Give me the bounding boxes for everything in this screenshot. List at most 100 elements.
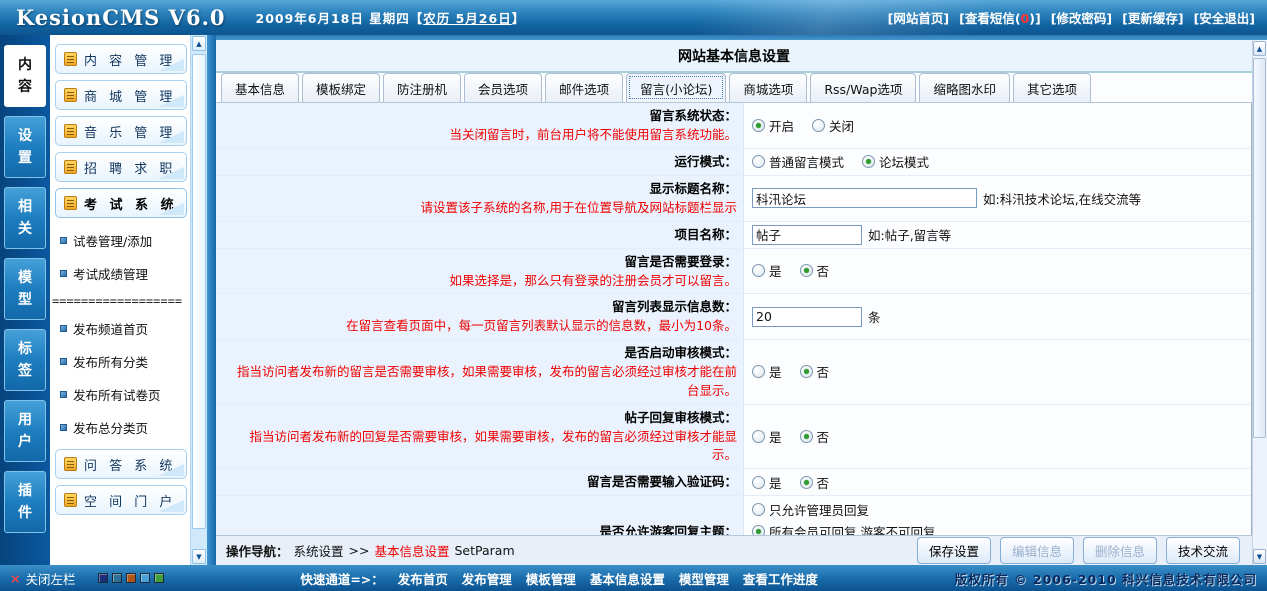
radio-option[interactable]: 是 [752,427,782,446]
button-技术交流[interactable]: 技术交流 [1166,537,1240,564]
text-input[interactable] [752,307,862,327]
radio-unchecked-icon[interactable] [752,476,765,489]
topbar-link[interactable]: [修改密码] [1051,8,1112,27]
radio-unchecked-icon[interactable] [812,119,825,132]
lunar-date-link[interactable]: 农历 5月26日 [423,11,511,26]
radio-unchecked-icon[interactable] [752,365,765,378]
sidebar-group-button[interactable]: 招 聘 求 职 [55,152,187,182]
scroll-down-icon[interactable]: ▼ [192,549,206,564]
app-body: 内容设置相关模型标签用户插件 内 容 管 理商 城 管 理音 乐 管 理招 聘 … [0,35,1267,565]
module-tab-标签[interactable]: 标签 [4,329,46,391]
sidebar-scrollbar[interactable]: ▲ ▼ [190,35,207,565]
close-left-pane-label: 关闭左栏 [25,569,75,588]
sidebar-group-button[interactable]: 商 城 管 理 [55,80,187,110]
module-tab-设置[interactable]: 设置 [4,116,46,178]
theme-color-swatch[interactable] [140,573,150,583]
radio-option[interactable]: 开启 [752,116,794,135]
module-tab-相关[interactable]: 相关 [4,187,46,249]
theme-color-swatch[interactable] [98,573,108,583]
tab-商城选项[interactable]: 商城选项 [729,73,807,102]
tab-邮件选项[interactable]: 邮件选项 [545,73,623,102]
tab-防注册机[interactable]: 防注册机 [383,73,461,102]
radio-checked-icon[interactable] [800,430,813,443]
topbar-link[interactable]: [查看短信(0)] [959,8,1041,27]
radio-option[interactable]: 否 [800,362,830,381]
topbar-link[interactable]: [更新缓存] [1122,8,1183,27]
radio-unchecked-icon[interactable] [752,430,765,443]
radio-option[interactable]: 所有会员可回复,游客不可回复 [752,522,935,535]
radio-checked-icon[interactable] [862,155,875,168]
close-left-pane-button[interactable]: × 关闭左栏 [10,569,76,588]
tab-留言(小论坛)[interactable]: 留言(小论坛) [626,73,726,102]
quick-link-发布管理[interactable]: 发布管理 [462,569,512,588]
sidebar-item[interactable]: 试卷管理/添加 [50,224,190,257]
module-tab-模型[interactable]: 模型 [4,258,46,320]
module-tab-插件[interactable]: 插件 [4,471,46,533]
sidebar-group-button[interactable]: 内 容 管 理 [55,44,187,74]
main-scrollbar[interactable]: ▲ ▼ [1252,40,1267,565]
radio-option[interactable]: 普通留言模式 [752,152,844,171]
tab-会员选项[interactable]: 会员选项 [464,73,542,102]
topbar-link[interactable]: [网站首页] [888,8,949,27]
radio-unchecked-icon[interactable] [752,264,765,277]
quick-link-发布首页[interactable]: 发布首页 [398,569,448,588]
radio-checked-icon[interactable] [800,264,813,277]
radio-option[interactable]: 是 [752,362,782,381]
radio-checked-icon[interactable] [752,119,765,132]
theme-color-swatch[interactable] [154,573,164,583]
input-suffix-text: 条 [868,307,881,326]
sidebar-group-button[interactable]: 问 答 系 统 [55,449,187,479]
radio-checked-icon[interactable] [800,365,813,378]
quick-link-查看工作进度[interactable]: 查看工作进度 [743,569,818,588]
tab-基本信息[interactable]: 基本信息 [221,73,299,102]
radio-option[interactable]: 只允许管理员回复 [752,500,869,519]
text-input[interactable] [752,188,977,208]
form-label-cell: 是否允许游客回复主题： [216,496,744,535]
radio-checked-icon[interactable] [752,525,765,535]
text-input[interactable] [752,225,862,245]
tab-Rss/Wap选项[interactable]: Rss/Wap选项 [810,73,916,102]
radio-option[interactable]: 否 [800,473,830,492]
sidebar-group-button[interactable]: 音 乐 管 理 [55,116,187,146]
scroll-up-icon[interactable]: ▲ [192,36,206,51]
sidebar-item[interactable]: 发布总分类页 [50,411,190,444]
radio-option[interactable]: 否 [800,427,830,446]
module-tab-label: 模型 [17,267,33,311]
main-scroll-thumb[interactable] [1253,58,1266,438]
sidebar-scroll-thumb[interactable] [192,54,206,529]
tab-其它选项[interactable]: 其它选项 [1013,73,1091,102]
module-tab-内容[interactable]: 内容 [4,45,46,107]
form-value-cell: 普通留言模式论坛模式 [744,149,1251,175]
theme-color-swatch[interactable] [126,573,136,583]
sidebar-item[interactable]: 考试成绩管理 [50,257,190,290]
radio-option[interactable]: 是 [752,261,782,280]
sidebar-group-button[interactable]: 空 间 门 户 [55,485,187,515]
radio-option[interactable]: 关闭 [812,116,854,135]
sidebar-item[interactable]: 发布频道首页 [50,312,190,345]
radio-option[interactable]: 论坛模式 [862,152,929,171]
radio-unchecked-icon[interactable] [752,155,765,168]
quick-link-模板管理[interactable]: 模板管理 [526,569,576,588]
button-保存设置[interactable]: 保存设置 [917,537,991,564]
theme-color-swatch[interactable] [112,573,122,583]
sidebar-item[interactable]: 发布所有分类 [50,345,190,378]
scroll-up-icon[interactable]: ▲ [1253,41,1266,56]
sidebar-item[interactable]: 发布所有试卷页 [50,378,190,411]
tab-模板绑定[interactable]: 模板绑定 [302,73,380,102]
notebook-icon [64,457,77,471]
tab-缩略图水印[interactable]: 缩略图水印 [919,73,1010,102]
radio-option[interactable]: 否 [800,261,830,280]
breadcrumb-basic-info[interactable]: 基本信息设置 [374,541,449,560]
radio-unchecked-icon[interactable] [752,503,765,516]
topbar-link[interactable]: [安全退出] [1194,8,1255,27]
quick-link-基本信息设置[interactable]: 基本信息设置 [590,569,665,588]
radio-option[interactable]: 是 [752,473,782,492]
module-tab-用户[interactable]: 用户 [4,400,46,462]
form-label-cell: 是否启动审核模式：指当访问者发布新的留言是否需要审核，如果需要审核，发布的留言必… [216,340,744,404]
breadcrumb-system-settings[interactable]: 系统设置 [294,541,344,560]
sidebar-group-button[interactable]: 考 试 系 统 [55,188,187,218]
scroll-down-icon[interactable]: ▼ [1253,549,1266,564]
radio-checked-icon[interactable] [800,476,813,489]
form-row: 留言列表显示信息数：在留言查看页面中，每一页留言列表默认显示的信息数，最小为10… [216,294,1251,340]
quick-link-模型管理[interactable]: 模型管理 [679,569,729,588]
